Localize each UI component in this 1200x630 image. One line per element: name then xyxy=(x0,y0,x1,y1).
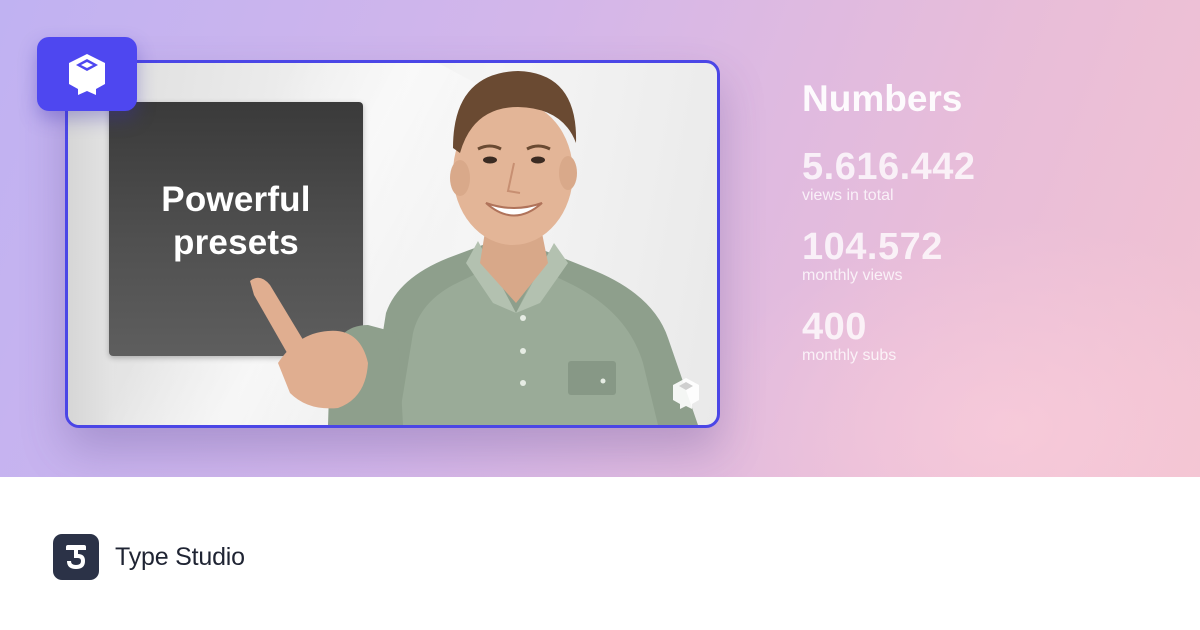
stat-monthly-subs: 400 monthly subs xyxy=(802,308,976,366)
stat-value: 400 xyxy=(802,306,867,348)
brand-name: Type Studio xyxy=(115,542,245,571)
stat-monthly-views: 104.572 monthly views xyxy=(802,228,976,286)
type-studio-logo-icon xyxy=(53,534,99,580)
video-thumbnail[interactable]: Powerful presets xyxy=(65,60,720,428)
stat-value: 104.572 xyxy=(802,226,943,268)
stats-panel: Numbers 5.616.442 views in total 104.572… xyxy=(802,78,976,388)
cube-logo-icon xyxy=(69,54,105,95)
presenter-image xyxy=(250,71,698,425)
stats-title: Numbers xyxy=(802,78,963,119)
type-studio-cube-icon xyxy=(37,37,137,111)
hero-banner: Powerful presets Numbers 5.616.442 views… xyxy=(0,0,1200,477)
stat-total-views: 5.616.442 views in total xyxy=(802,148,976,206)
footer-brand[interactable]: Type Studio xyxy=(53,534,245,580)
stat-label: monthly views xyxy=(802,267,903,284)
stat-value: 5.616.442 xyxy=(802,146,976,188)
stat-label: views in total xyxy=(802,187,894,204)
stat-label: monthly subs xyxy=(802,347,897,364)
corner-watermark-icon xyxy=(673,378,699,409)
ts-monogram-icon xyxy=(66,545,86,569)
